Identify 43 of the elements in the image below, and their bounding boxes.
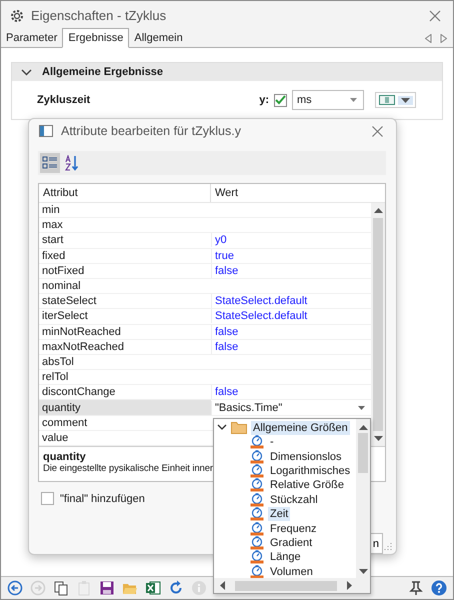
dialog-title: Attribute bearbeiten für tZyklus.y (61, 124, 241, 138)
table-cell: "Basics.Time" (211, 400, 358, 415)
tab[interactable]: Ergebnisse (62, 28, 130, 48)
section-header[interactable]: Allgemeine Ergebnisse (12, 63, 442, 81)
table-cell-text: fixed (41, 248, 66, 263)
tree-item[interactable]: Stückzahl (268, 492, 320, 507)
tree-item[interactable]: Dimensionslos (268, 450, 344, 464)
table-cell-text: notFixed (41, 264, 86, 278)
table-cell-text: start (41, 233, 64, 248)
description-text: Die eingestellte pysikalische Einheit inner (43, 463, 213, 474)
tree-item[interactable]: Volumen (268, 564, 315, 578)
tree-item[interactable]: Logarithmisches (268, 464, 352, 478)
table-cell-text: max (41, 218, 64, 232)
unit-dropdown[interactable]: ms (292, 90, 364, 110)
variable-label: y: (259, 94, 269, 106)
column-header: Wert (214, 186, 238, 201)
table-cell-text: minNotReached (41, 324, 122, 339)
column-header: Attribut (39, 184, 211, 202)
field-label: Zykluszeit (37, 94, 90, 106)
table-cell-text: stateSelect (41, 294, 98, 308)
tree-item[interactable]: Zeit (268, 507, 290, 522)
table-cell-text: min (41, 203, 61, 218)
table-cell-text: iterSelect (41, 309, 89, 324)
tab[interactable]: Allgemein (129, 31, 188, 47)
tree-item[interactable]: Gradient (268, 536, 314, 550)
table-cell-text: value (41, 430, 70, 445)
table-cell-text: comment (41, 416, 88, 430)
tree-item[interactable]: Frequenz (268, 522, 318, 536)
window-title: Eigenschaften - tZyklus (31, 8, 168, 23)
tree-item[interactable]: Relative Größe (268, 478, 346, 492)
tree-item[interactable]: - (268, 435, 276, 450)
checkbox-label: "final" hinzufügen (60, 492, 145, 504)
tree-item[interactable]: Allgemeine Größen (251, 420, 350, 434)
table-cell-text: discontChange (41, 385, 116, 400)
description-title: quantity (43, 451, 86, 463)
table-cell-text: nominal (41, 279, 82, 294)
tab[interactable]: Parameter (1, 31, 62, 47)
table-cell-text: absTol (41, 354, 75, 370)
table-cell-text: maxNotReached (41, 340, 125, 354)
section-title: Allgemeine Ergebnisse (42, 66, 164, 78)
table-cell: quantity (39, 400, 211, 415)
tree-item[interactable]: Länge (268, 550, 303, 564)
table-cell-text: relTol (41, 370, 70, 384)
